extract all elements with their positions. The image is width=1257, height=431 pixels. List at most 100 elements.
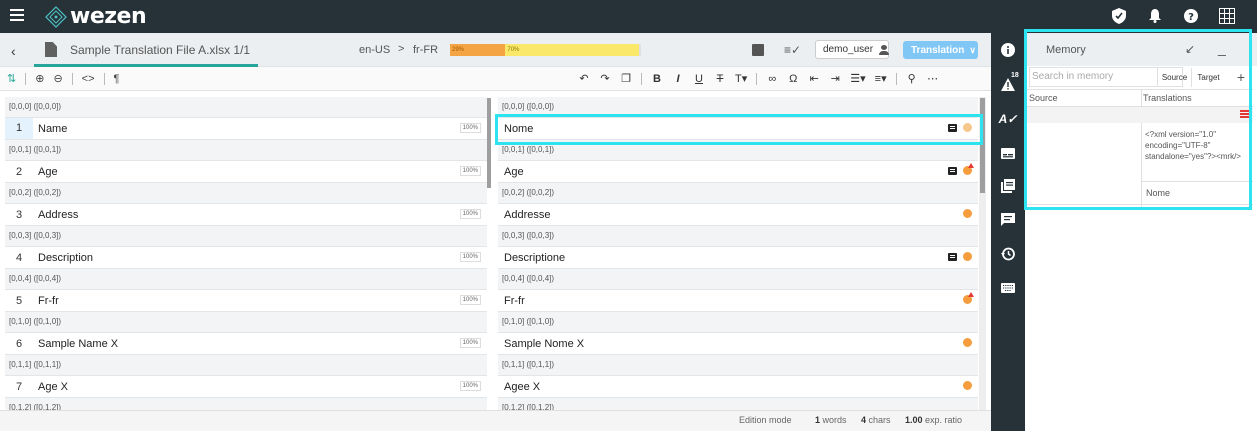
zoom-out-icon[interactable]: ⊖ [53,72,62,85]
target-text[interactable]: Descriptione [504,252,565,264]
target-segment-row[interactable]: Addresse [498,203,978,226]
match-score-badge: 100% [459,123,481,133]
logo-text: wezen [70,4,147,29]
target-segment-row[interactable]: Age [498,160,978,183]
source-segment-row[interactable]: 4 Description 100% [5,246,487,269]
segment-number: 7 [15,380,23,393]
code-tags-icon[interactable]: <> [82,73,95,85]
segment-status-icon[interactable] [963,252,972,261]
more-options-icon[interactable]: ⋯ [927,72,939,85]
source-segment-row[interactable]: 1 Name 100% [5,117,487,140]
source-segment-row[interactable]: 3 Address 100% [5,203,487,226]
redo-icon[interactable]: ↷ [599,72,611,85]
font-size-icon[interactable]: T▾ [735,72,747,85]
segment-id: [0,0,2] ([0,0,2]) [5,183,487,203]
target-segment-row[interactable]: Nome [498,117,978,140]
minimize-icon[interactable]: _ [1218,40,1226,56]
target-text[interactable]: Age [504,166,524,178]
hamburger-menu-icon[interactable] [10,9,24,23]
segment-id: [0,1,2] ([0,1,2]) [498,398,978,410]
target-text[interactable]: Sample Nome X [504,338,584,350]
target-segment-row[interactable]: Fr-fr [498,289,978,312]
target-segment-row[interactable]: Descriptione [498,246,978,269]
special-char-icon[interactable]: Ω [787,73,799,85]
comments-icon[interactable] [1000,212,1016,228]
checklist-icon[interactable]: ≡✓ [784,43,801,57]
target-scrollbar[interactable] [980,98,985,193]
memory-menu-icon[interactable] [1240,110,1250,119]
grid-apps-icon[interactable] [1219,8,1235,24]
segment-id: [0,1,0] ([0,1,0]) [5,312,487,332]
keyboard-icon[interactable] [1000,280,1016,296]
segment-id: [0,1,2] ([0,1,2]) [5,398,487,410]
shield-check-icon[interactable] [1111,8,1127,24]
user-button[interactable]: demo_user [815,40,889,59]
search-target-option[interactable]: Target [1191,68,1225,87]
source-text: Sample Name X [38,337,119,350]
target-text[interactable]: Agee X [504,381,540,393]
search-source-option[interactable]: Source [1157,68,1191,87]
chevron-down-icon: ∨ [969,44,976,55]
glossary-icon[interactable] [1000,178,1016,194]
segment-status-icon[interactable] [963,292,974,304]
target-segment-row[interactable]: Sample Nome X [498,332,978,355]
align-icon[interactable]: ≡▾ [875,72,887,85]
sort-icon[interactable]: ⇅ [7,72,16,85]
help-icon[interactable]: ? [1183,8,1199,24]
segment-status-icon[interactable] [963,338,972,347]
memory-translation-text[interactable]: <?xml version="1.0" encoding="UTF-8" sta… [1145,129,1245,162]
toolbar-divider [756,72,758,85]
segment-id: [0,0,3] ([0,0,3]) [498,226,978,246]
comment-icon[interactable] [948,252,957,261]
pilcrow-icon[interactable]: ¶ [114,73,120,85]
source-segment-row[interactable]: 6 Sample Name X 100% [5,332,487,355]
italic-icon[interactable]: I [672,73,684,85]
source-text: Age [38,165,58,178]
target-pane: [0,0,0] ([0,0,0]) Nome [0,0,1] ([0,0,1]) Ag… [498,97,978,410]
segment-status-icon[interactable] [963,123,972,132]
copy-source-icon[interactable]: ❐ [620,72,632,85]
source-segment-row[interactable]: 5 Fr-fr 100% [5,289,487,312]
underline-icon[interactable]: U [693,73,705,85]
app-logo[interactable]: wezen [44,4,147,29]
subtitles-icon[interactable] [1000,145,1016,161]
spellcheck-icon[interactable]: A✓ [999,111,1018,127]
bold-icon[interactable]: B [651,73,663,85]
language-arrow: > [398,43,405,55]
target-text[interactable]: Fr-fr [504,295,525,307]
segment-status-icon[interactable] [963,209,972,218]
zoom-in-icon[interactable]: ⊕ [35,72,44,85]
dock-panel-icon[interactable]: ↙ [1185,42,1195,56]
comment-icon[interactable] [948,166,957,175]
mode-dropdown[interactable]: Translation ∨ [903,41,978,59]
segment-status-icon[interactable] [963,163,974,175]
undo-icon[interactable]: ↶ [578,72,590,85]
segment-status-icon[interactable] [963,381,972,390]
outdent-icon[interactable]: ⇤ [808,72,820,85]
file-title[interactable]: Sample Translation File A.xlsx 1/1 [70,43,250,57]
history-icon[interactable] [1000,246,1016,262]
search-icon[interactable]: ⚲ [906,72,918,85]
strikethrough-icon[interactable]: T [714,73,726,85]
memory-match-text[interactable]: Nome [1146,188,1170,198]
link-icon[interactable]: ∞ [766,73,778,85]
source-text: Fr-fr [38,294,59,307]
edition-mode-label: Edition mode [739,415,792,425]
add-memory-button[interactable]: + [1229,67,1253,87]
info-icon[interactable] [1000,42,1016,58]
indent-icon[interactable]: ⇥ [829,72,841,85]
list-icon[interactable]: ☰▾ [850,72,865,85]
save-icon[interactable] [752,44,764,56]
source-segment-row[interactable]: 7 Age X 100% [5,375,487,398]
bell-icon[interactable] [1147,8,1163,24]
source-scrollbar[interactable] [487,98,491,188]
source-segment-row[interactable]: 2 Age 100% [5,160,487,183]
comment-icon[interactable] [948,123,957,132]
memory-columns: Source Translations [1025,89,1253,107]
char-count-label: chars [868,415,891,425]
back-arrow-icon[interactable]: ‹ [11,43,16,59]
side-tool-rail: A✓ [991,33,1025,431]
target-text[interactable]: Nome [504,123,533,135]
target-segment-row[interactable]: Agee X [498,375,978,398]
target-text[interactable]: Addresse [504,209,550,221]
